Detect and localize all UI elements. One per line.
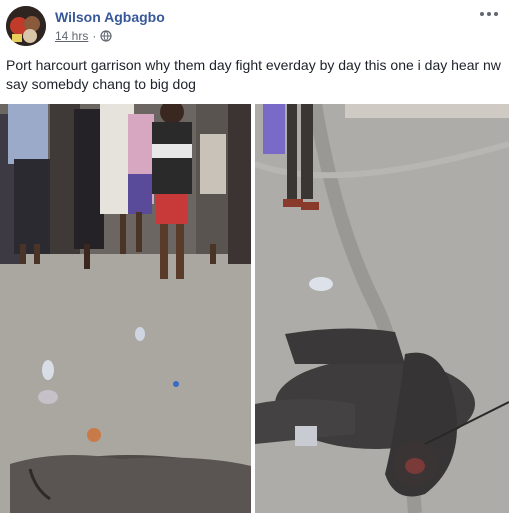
facebook-post: Wilson Agbagbo 14 hrs · Port harcourt ga… (0, 0, 509, 513)
post-text: Port harcourt garrison why them day figh… (6, 57, 501, 92)
more-options-icon[interactable] (479, 7, 499, 19)
dog-on-road-photo[interactable] (255, 104, 509, 513)
post-timestamp[interactable]: 14 hrs (55, 29, 88, 43)
crowd-and-dog-photo[interactable] (0, 104, 251, 513)
avatar[interactable] (6, 6, 46, 46)
author-name[interactable]: Wilson Agbagbo (55, 9, 165, 25)
post-meta: 14 hrs · (55, 29, 112, 43)
meta-separator: · (92, 29, 97, 43)
globe-icon (100, 30, 112, 42)
